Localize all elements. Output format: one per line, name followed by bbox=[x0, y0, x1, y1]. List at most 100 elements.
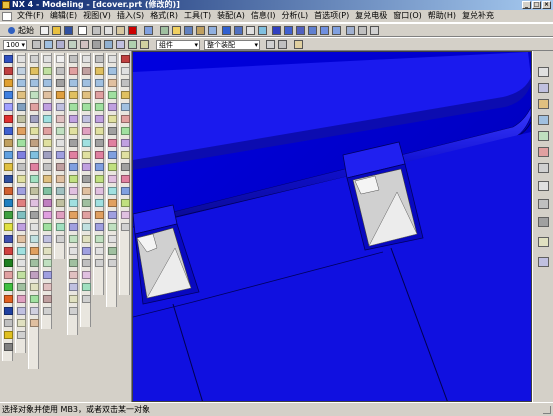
extract-icon[interactable] bbox=[95, 67, 104, 75]
rectangle-icon[interactable] bbox=[17, 103, 26, 111]
swept-icon[interactable] bbox=[30, 91, 39, 99]
zoom-fit-icon[interactable] bbox=[222, 26, 231, 35]
pattern-face-icon[interactable] bbox=[95, 91, 104, 99]
shrinkage-icon[interactable] bbox=[82, 79, 91, 87]
extract-curve-icon[interactable] bbox=[17, 223, 26, 231]
work-layer-icon[interactable] bbox=[108, 115, 117, 123]
revolve-icon[interactable] bbox=[4, 79, 13, 87]
resize-face-icon[interactable] bbox=[95, 175, 104, 183]
face-analysis-icon[interactable] bbox=[43, 247, 52, 255]
blank-icon[interactable] bbox=[108, 127, 117, 135]
right-view-icon[interactable] bbox=[332, 26, 341, 35]
edge-blend-icon[interactable] bbox=[4, 211, 13, 219]
mold-csys-icon[interactable] bbox=[82, 67, 91, 75]
rotate-icon[interactable] bbox=[258, 26, 267, 35]
menu-edit[interactable]: 编辑(E) bbox=[47, 10, 80, 22]
open-folder-icon[interactable] bbox=[52, 26, 61, 35]
layer-settings-icon[interactable] bbox=[108, 55, 117, 63]
new-component-icon[interactable] bbox=[69, 67, 78, 75]
assembly-more-icon[interactable] bbox=[69, 307, 78, 315]
subtract-icon[interactable] bbox=[4, 319, 13, 327]
info-view-icon[interactable] bbox=[121, 151, 130, 159]
ruled-icon[interactable] bbox=[30, 103, 39, 111]
clone-icon[interactable] bbox=[69, 175, 78, 183]
standard-part-icon[interactable] bbox=[82, 151, 91, 159]
electrode-icon[interactable] bbox=[82, 235, 91, 243]
component-properties-icon[interactable] bbox=[69, 247, 78, 255]
thickness-icon[interactable] bbox=[43, 223, 52, 231]
sketch-point-icon[interactable] bbox=[56, 223, 65, 231]
sketch-polygon-icon[interactable] bbox=[56, 115, 65, 123]
existing-point-icon[interactable] bbox=[128, 40, 137, 49]
sphere-icon[interactable] bbox=[4, 127, 13, 135]
datum-axis-icon[interactable] bbox=[17, 331, 26, 339]
arc-icon[interactable] bbox=[17, 67, 26, 75]
mate-component-icon[interactable] bbox=[69, 79, 78, 87]
layer-category-icon[interactable] bbox=[108, 79, 117, 87]
reference-set-icon[interactable] bbox=[69, 259, 78, 267]
pocket-mold-icon[interactable] bbox=[82, 259, 91, 267]
edit-display-icon[interactable] bbox=[108, 163, 117, 171]
menu-assembly[interactable]: 装配(A) bbox=[214, 10, 248, 22]
layer-icon[interactable] bbox=[184, 26, 193, 35]
gate-icon[interactable] bbox=[82, 199, 91, 207]
print-icon[interactable] bbox=[78, 26, 87, 35]
info-other-icon[interactable] bbox=[121, 187, 130, 195]
delete-icon[interactable] bbox=[128, 26, 137, 35]
trim-curve-icon[interactable] bbox=[17, 235, 26, 243]
copy-to-layer-icon[interactable] bbox=[108, 103, 117, 111]
angle-icon[interactable] bbox=[43, 67, 52, 75]
background-icon[interactable] bbox=[108, 223, 117, 231]
unblank-icon[interactable] bbox=[108, 139, 117, 147]
trim-mold-icon[interactable] bbox=[82, 247, 91, 255]
rib-icon[interactable] bbox=[95, 259, 104, 267]
sketch-fillet-icon[interactable] bbox=[56, 91, 65, 99]
visible-in-view-icon[interactable] bbox=[108, 67, 117, 75]
section-analysis-icon[interactable] bbox=[43, 139, 52, 147]
sketch-arc-icon[interactable] bbox=[56, 67, 65, 75]
promote-body-icon[interactable] bbox=[95, 103, 104, 111]
shell-icon[interactable] bbox=[4, 235, 13, 243]
soft-blend-icon[interactable] bbox=[30, 199, 39, 207]
sew-icon[interactable] bbox=[4, 295, 13, 303]
wireframe-icon[interactable] bbox=[284, 26, 293, 35]
info-spreadsheet-icon[interactable] bbox=[121, 163, 130, 171]
radius-icon[interactable] bbox=[43, 79, 52, 87]
flange-icon[interactable] bbox=[95, 247, 104, 255]
invert-blank-icon[interactable] bbox=[108, 151, 117, 159]
sketch-icon[interactable] bbox=[4, 55, 13, 63]
type-filter-select[interactable]: 组件 bbox=[156, 40, 200, 50]
text-curve-icon[interactable] bbox=[17, 151, 26, 159]
show-component-icon[interactable] bbox=[69, 235, 78, 243]
top-view-icon[interactable] bbox=[308, 26, 317, 35]
model-view[interactable] bbox=[133, 52, 532, 402]
info-feature-icon[interactable] bbox=[121, 127, 130, 135]
casting-process-icon[interactable] bbox=[82, 295, 91, 303]
load-options-icon[interactable] bbox=[69, 271, 78, 279]
enlarge-icon[interactable] bbox=[30, 259, 39, 267]
copy-icon[interactable] bbox=[104, 26, 113, 35]
project-curve-icon[interactable] bbox=[17, 187, 26, 195]
move-face-icon[interactable] bbox=[95, 163, 104, 171]
front-view-icon[interactable] bbox=[320, 26, 329, 35]
mold-init-icon[interactable] bbox=[82, 55, 91, 63]
menu-analysis[interactable]: 分析(L) bbox=[278, 10, 311, 22]
constraint-navigator-icon[interactable] bbox=[69, 295, 78, 303]
bounded-plane-icon[interactable] bbox=[30, 127, 39, 135]
split-body-icon[interactable] bbox=[4, 283, 13, 291]
mirror-assembly-icon[interactable] bbox=[69, 115, 78, 123]
cylinder-icon[interactable] bbox=[4, 103, 13, 111]
graph-icon[interactable] bbox=[43, 259, 52, 267]
bridge-curve-icon[interactable] bbox=[17, 175, 26, 183]
n-sided-icon[interactable] bbox=[30, 115, 39, 123]
pocket-icon[interactable] bbox=[4, 163, 13, 171]
wave-geometry-icon[interactable] bbox=[95, 55, 104, 63]
chamfer-icon[interactable] bbox=[4, 223, 13, 231]
extrude-icon[interactable] bbox=[4, 67, 13, 75]
cooling-icon[interactable] bbox=[82, 223, 91, 231]
iso-view-icon[interactable] bbox=[296, 26, 305, 35]
unite-icon[interactable] bbox=[4, 307, 13, 315]
slope-icon[interactable] bbox=[43, 127, 52, 135]
scale-body-icon[interactable] bbox=[95, 115, 104, 123]
palette-tab-icon[interactable] bbox=[538, 199, 549, 209]
